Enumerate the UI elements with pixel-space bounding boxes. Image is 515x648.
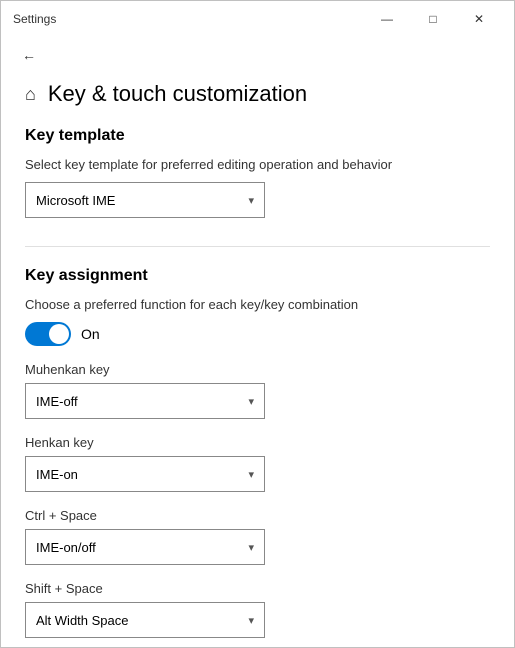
minimize-button[interactable]: —	[364, 4, 410, 34]
nav-bar: ←	[1, 37, 514, 73]
title-bar-controls: — □ ✕	[364, 4, 502, 34]
key-assignment-description: Choose a preferred function for each key…	[25, 297, 490, 312]
shift-space-label: Shift + Space	[25, 581, 490, 596]
ctrl-space-container: Ctrl + Space IME-on/off ▾	[25, 508, 490, 565]
muhenkan-arrow: ▾	[248, 395, 254, 408]
henkan-container: Henkan key IME-on ▾	[25, 435, 490, 492]
muhenkan-container: Muhenkan key IME-off ▾	[25, 362, 490, 419]
toggle-row: On	[25, 322, 490, 346]
key-assignment-section: Key assignment Choose a preferred functi…	[25, 267, 490, 638]
muhenkan-label: Muhenkan key	[25, 362, 490, 377]
ctrl-space-value: IME-on/off	[36, 540, 96, 555]
key-template-dropdown[interactable]: Microsoft IME ▾	[25, 182, 265, 218]
muhenkan-value: IME-off	[36, 394, 78, 409]
henkan-label: Henkan key	[25, 435, 490, 450]
window-title: Settings	[13, 12, 56, 26]
title-bar-left: Settings	[13, 12, 56, 26]
key-template-title: Key template	[25, 127, 490, 145]
henkan-value: IME-on	[36, 467, 78, 482]
page-title: Key & touch customization	[48, 81, 307, 107]
ctrl-space-dropdown[interactable]: IME-on/off ▾	[25, 529, 265, 565]
key-template-dropdown-container: Microsoft IME ▾	[25, 182, 490, 218]
shift-space-dropdown[interactable]: Alt Width Space ▾	[25, 602, 265, 638]
ctrl-space-arrow: ▾	[248, 541, 254, 554]
key-assignment-title: Key assignment	[25, 267, 490, 285]
henkan-dropdown[interactable]: IME-on ▾	[25, 456, 265, 492]
shift-space-value: Alt Width Space	[36, 613, 129, 628]
shift-space-arrow: ▾	[248, 614, 254, 627]
section-divider	[25, 246, 490, 247]
henkan-arrow: ▾	[248, 468, 254, 481]
toggle-label: On	[81, 326, 100, 342]
key-template-dropdown-arrow: ▾	[248, 194, 254, 207]
content-area: ⌂ Key & touch customization Key template…	[1, 73, 514, 647]
muhenkan-dropdown[interactable]: IME-off ▾	[25, 383, 265, 419]
key-template-dropdown-value: Microsoft IME	[36, 193, 115, 208]
ctrl-space-label: Ctrl + Space	[25, 508, 490, 523]
shift-space-container: Shift + Space Alt Width Space ▾	[25, 581, 490, 638]
key-assignment-toggle[interactable]	[25, 322, 71, 346]
back-button[interactable]: ←	[13, 39, 45, 71]
title-bar: Settings — □ ✕	[1, 1, 514, 37]
key-template-description: Select key template for preferred editin…	[25, 157, 490, 172]
home-icon: ⌂	[25, 84, 36, 105]
maximize-button[interactable]: □	[410, 4, 456, 34]
close-button[interactable]: ✕	[456, 4, 502, 34]
settings-window: Settings — □ ✕ ← ⌂ Key & touch customiza…	[0, 0, 515, 648]
page-header: ⌂ Key & touch customization	[25, 73, 490, 127]
key-template-section: Key template Select key template for pre…	[25, 127, 490, 218]
toggle-knob	[49, 324, 69, 344]
